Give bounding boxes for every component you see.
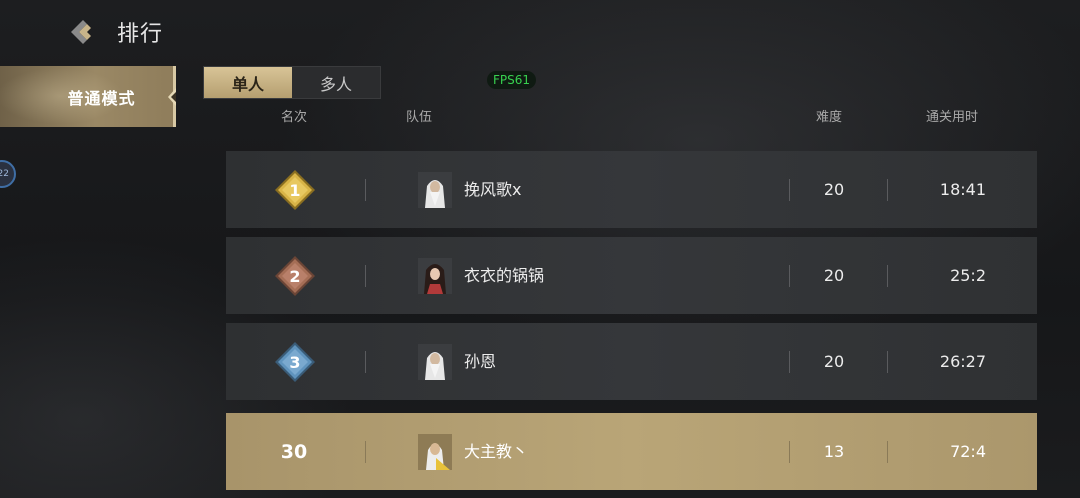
elder-monk-avatar-icon	[418, 434, 452, 470]
female-swordswoman-avatar-icon	[418, 258, 452, 294]
difficulty-value: 13	[823, 442, 845, 461]
rank-number: 1	[289, 180, 301, 200]
divider	[887, 179, 888, 201]
side-tab-normal-mode[interactable]: 普通模式	[0, 66, 176, 127]
white-hair-elder-avatar-icon	[418, 172, 452, 208]
clear-time-value: 25:2	[950, 266, 986, 285]
mode-toggle: 单人 多人	[203, 66, 381, 99]
column-header-rank: 名次	[281, 110, 308, 125]
rank-number: 30	[280, 440, 308, 463]
divider	[365, 179, 366, 201]
player-name: 挽风歌x	[464, 180, 522, 199]
tab-single[interactable]: 单人	[204, 67, 292, 98]
divider	[365, 351, 366, 373]
side-tab-label: 普通模式	[67, 88, 136, 108]
divider	[789, 265, 790, 287]
player-name: 衣衣的锅锅	[464, 266, 545, 285]
player-name: 孙恩	[464, 352, 497, 371]
clear-time-value: 26:27	[939, 352, 986, 371]
column-header-time: 通关用时	[926, 110, 979, 125]
divider	[887, 441, 888, 463]
ranking-row[interactable]: 3 孙恩 20 26:27	[226, 323, 1037, 400]
ranking-row[interactable]: 2 衣衣的锅锅 20 25:2	[226, 237, 1037, 314]
difficulty-value: 20	[823, 266, 845, 285]
divider	[365, 265, 366, 287]
tab-multi[interactable]: 多人	[292, 67, 380, 98]
divider	[887, 351, 888, 373]
ranking-row[interactable]: 1 挽风歌x 20 18:41	[226, 151, 1037, 228]
divider	[365, 441, 366, 463]
difficulty-value: 20	[823, 180, 845, 199]
my-ranking-row[interactable]: 30 大主教丶 13 72:4	[226, 413, 1037, 490]
player-name: 大主教丶	[464, 442, 529, 461]
clear-time-value: 72:4	[950, 442, 986, 461]
white-hair-elder-avatar-icon	[418, 344, 452, 380]
side-avatar-text: 22	[0, 169, 9, 179]
column-header-difficulty: 难度	[816, 110, 843, 125]
side-avatar[interactable]: 22	[0, 160, 16, 188]
difficulty-value: 20	[823, 352, 845, 371]
back-chevron-icon	[71, 20, 91, 44]
column-header-team: 队伍	[406, 110, 433, 125]
divider	[789, 179, 790, 201]
divider	[887, 265, 888, 287]
fps-badge: FPS61	[487, 71, 537, 89]
ranking-screen: 排行 普通模式 22 单人 多人 FPS61 名次 队伍 难度 通关用时 1 挽…	[0, 0, 1080, 498]
rank-number: 2	[289, 266, 301, 286]
page-title: 排行	[117, 22, 164, 47]
divider	[789, 351, 790, 373]
divider	[789, 441, 790, 463]
rank-number: 3	[289, 352, 301, 372]
clear-time-value: 18:41	[939, 180, 986, 199]
back-button[interactable]	[62, 14, 98, 50]
tab-pointer-icon	[168, 88, 176, 106]
